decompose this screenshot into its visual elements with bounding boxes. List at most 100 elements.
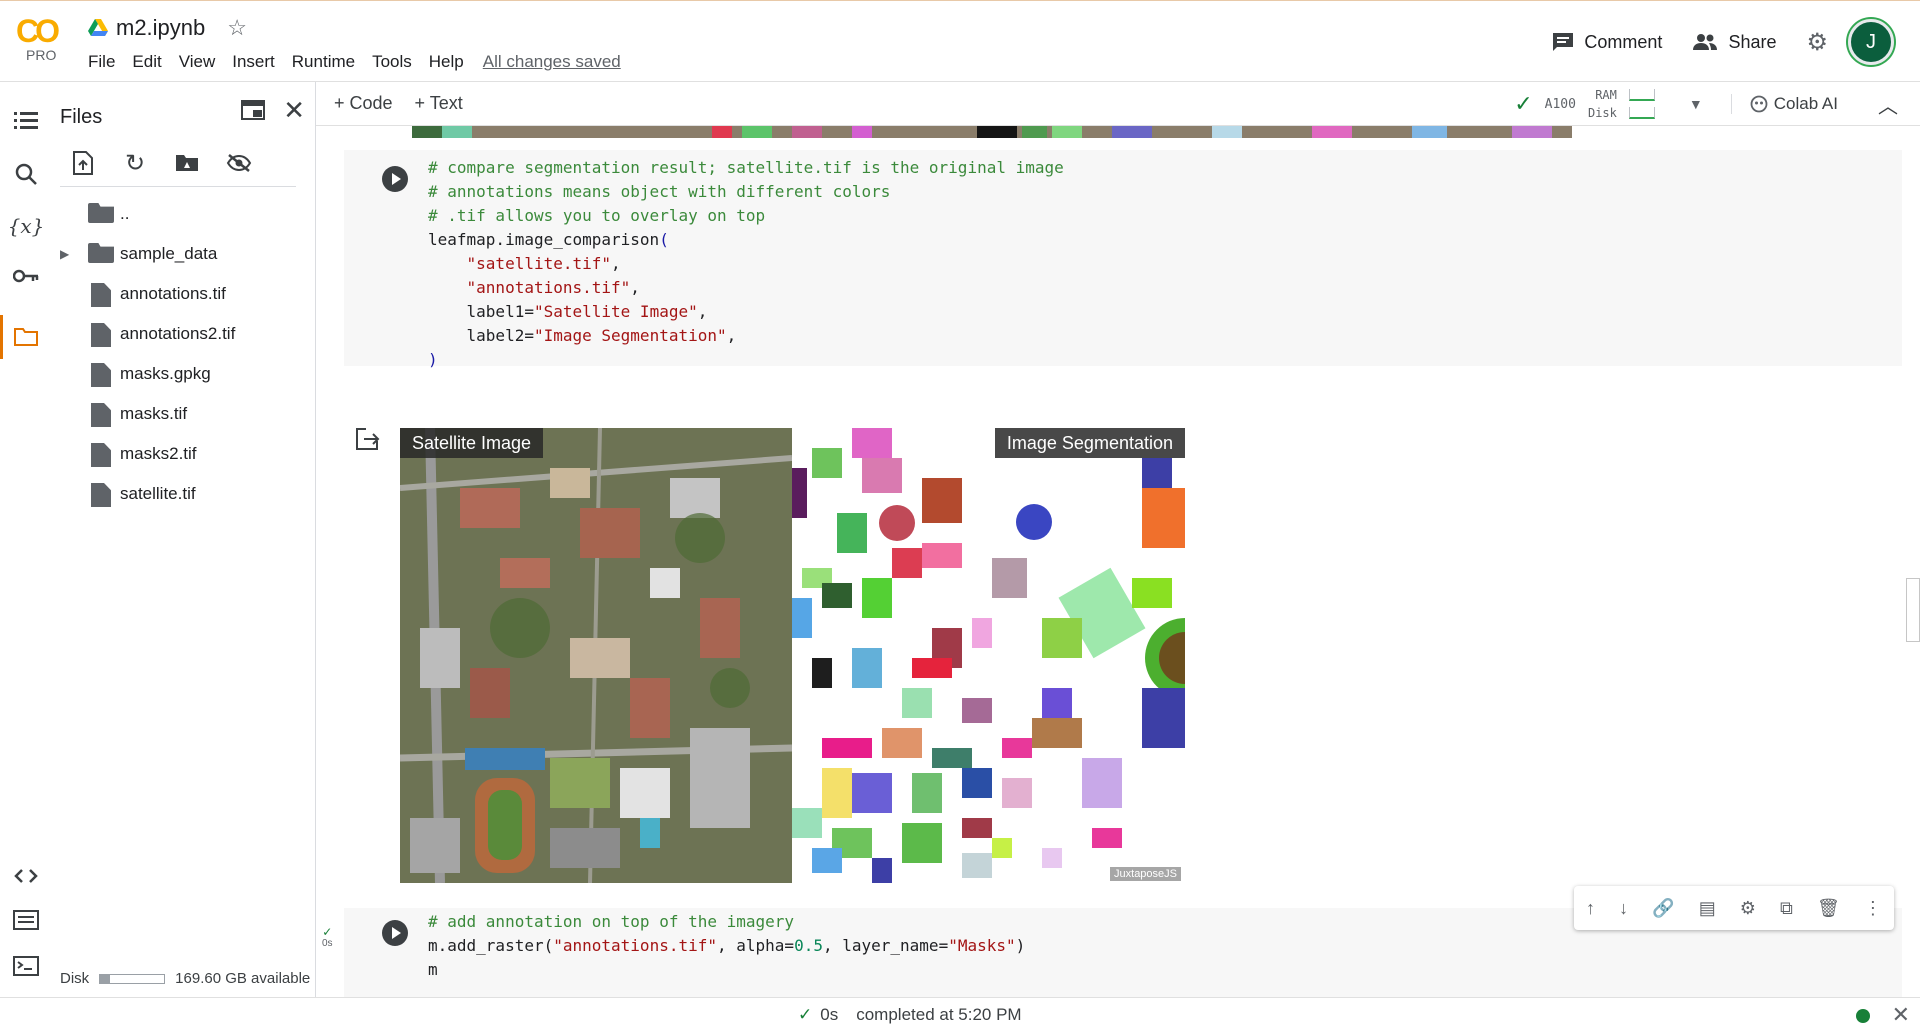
code-token: "satellite.tif" — [466, 254, 612, 273]
refresh-icon[interactable]: ↻ — [122, 150, 148, 177]
search-icon[interactable] — [10, 158, 42, 190]
image-comparison-viewer[interactable]: Satellite Image Image Segmentation Juxta… — [400, 428, 1185, 883]
secrets-key-icon[interactable] — [10, 260, 42, 292]
runtime-dropdown-icon[interactable]: ▼ — [1689, 96, 1703, 112]
code-line: m.add_raster("annotations.tif", alpha=0.… — [428, 934, 1025, 958]
link-icon[interactable]: 🔗 — [1652, 898, 1674, 919]
move-down-icon[interactable]: ↓ — [1619, 898, 1628, 919]
hide-files-icon[interactable] — [226, 150, 252, 176]
runtime-resources-button[interactable]: ✓ A100 RAM Disk ▼ — [1514, 86, 1703, 122]
delete-icon[interactable]: 🗑 — [1817, 898, 1840, 919]
code-token: m — [428, 960, 438, 979]
mount-drive-icon[interactable] — [174, 150, 200, 176]
execution-status: ✓ 0s — [322, 926, 333, 950]
code-token: "Image Segmentation" — [533, 326, 727, 345]
share-button[interactable]: Share — [1692, 32, 1776, 53]
more-options-icon[interactable]: ⋮ — [1864, 898, 1882, 919]
segmentation-image — [792, 428, 1185, 883]
terminal-icon[interactable] — [10, 950, 42, 982]
comment-label: Comment — [1584, 31, 1663, 52]
menu-file[interactable]: File — [88, 52, 115, 72]
right-image-label: Image Segmentation — [994, 428, 1185, 458]
scrollbar-thumb[interactable] — [1906, 578, 1920, 642]
juxtapose-credit[interactable]: JuxtaposeJS — [1110, 867, 1181, 881]
code-snippets-icon[interactable] — [10, 860, 42, 892]
code-cell[interactable]: # compare segmentation result; satellite… — [344, 150, 1902, 369]
menu-edit[interactable]: Edit — [132, 52, 161, 72]
move-up-icon[interactable]: ↑ — [1586, 898, 1595, 919]
code-editor[interactable]: # add annotation on top of the imagery m.… — [428, 910, 1025, 982]
add-code-button[interactable]: + Code — [334, 93, 393, 114]
save-status[interactable]: All changes saved — [483, 52, 621, 72]
file-tree-item[interactable]: satellite.tif — [50, 474, 316, 514]
code-token: m.add_raster( — [428, 936, 554, 955]
notebook-title[interactable]: m2.ipynb — [116, 15, 205, 41]
settings-gear-icon[interactable]: ⚙ — [1806, 28, 1828, 57]
files-folder-icon[interactable] — [10, 321, 42, 353]
files-panel: Files ✕ ↻ .. ▶ sample_data annotations.t… — [50, 82, 316, 997]
code-token: , — [697, 302, 708, 321]
code-token: ) — [428, 350, 438, 369]
left-rail: {x} — [0, 82, 50, 997]
menu-runtime[interactable]: Runtime — [292, 52, 355, 72]
code-token: ( — [659, 230, 669, 249]
code-line: ) — [428, 348, 1064, 372]
code-editor[interactable]: # compare segmentation result; satellite… — [428, 156, 1064, 372]
connection-status-icon[interactable] — [1856, 1009, 1870, 1023]
file-tree-item[interactable]: ▶ sample_data — [50, 234, 316, 274]
execution-check-icon: ✓ — [322, 925, 333, 939]
run-cell-play-icon[interactable] — [382, 920, 408, 946]
active-indicator — [0, 315, 3, 359]
left-image-label: Satellite Image — [400, 428, 544, 458]
disk-usage: Disk 169.60 GB available — [60, 970, 310, 987]
colab-ai-label: Colab AI — [1773, 94, 1838, 113]
add-text-button[interactable]: + Text — [415, 93, 463, 114]
menu-tools[interactable]: Tools — [372, 52, 412, 72]
file-icon — [88, 483, 114, 507]
app-header: CO PRO m2.ipynb ☆ File Edit View Insert … — [0, 0, 1920, 82]
ram-meter — [1628, 89, 1655, 101]
menu-insert[interactable]: Insert — [232, 52, 275, 72]
file-tree-item[interactable]: masks.tif — [50, 394, 316, 434]
file-tree-item[interactable]: masks.gpkg — [50, 354, 316, 394]
status-check-icon: ✓ — [798, 1005, 813, 1024]
menu-view[interactable]: View — [179, 52, 216, 72]
code-line: leafmap.image_comparison( — [428, 228, 1064, 252]
comment-icon[interactable]: ▤ — [1699, 898, 1716, 919]
ram-label: RAM — [1595, 88, 1617, 102]
colab-logo[interactable]: CO PRO — [16, 15, 70, 69]
close-icon[interactable]: ✕ — [283, 97, 305, 126]
code-token: # add annotation on top of the imagery — [428, 912, 795, 931]
code-token: # compare segmentation result; satellite… — [428, 158, 1064, 177]
expand-caret-icon[interactable]: ▶ — [60, 247, 69, 261]
code-line: # compare segmentation result; satellite… — [428, 156, 1064, 180]
variables-icon[interactable]: {x} — [8, 210, 45, 242]
file-tree-label: annotations.tif — [120, 284, 226, 303]
close-status-icon[interactable]: ✕ — [1892, 1002, 1910, 1028]
open-in-tab-icon[interactable] — [241, 100, 266, 126]
menu-help[interactable]: Help — [429, 52, 464, 72]
file-icon — [88, 363, 114, 387]
file-tree-item[interactable]: annotations.tif — [50, 274, 316, 314]
file-tree-parent[interactable]: .. — [50, 194, 316, 234]
output-toggle-icon[interactable] — [356, 428, 382, 452]
mirror-cell-icon[interactable]: ⧉ — [1780, 898, 1793, 919]
disk-usage-bar — [99, 973, 166, 984]
status-message: completed at 5:20 PM — [856, 1005, 1022, 1024]
star-icon[interactable]: ☆ — [227, 15, 247, 41]
comment-button[interactable]: Comment — [1552, 32, 1662, 53]
upload-file-icon[interactable] — [70, 150, 96, 176]
table-of-contents-icon[interactable] — [10, 104, 42, 136]
code-line: # add annotation on top of the imagery — [428, 910, 1025, 934]
command-palette-icon[interactable] — [10, 904, 42, 936]
collapse-header-icon[interactable]: ︿ — [1878, 90, 1898, 119]
user-avatar[interactable]: J — [1848, 19, 1894, 65]
colab-ai-button[interactable]: Colab AI — [1730, 94, 1838, 114]
file-tree-item[interactable]: annotations2.tif — [50, 314, 316, 354]
run-cell-play-icon[interactable] — [382, 166, 408, 192]
file-tree-item[interactable]: masks2.tif — [50, 434, 316, 474]
cell-settings-icon[interactable]: ⚙ — [1740, 898, 1756, 919]
code-line: # .tif allows you to overlay on top — [428, 204, 1064, 228]
file-tree-label: masks.tif — [120, 404, 188, 423]
